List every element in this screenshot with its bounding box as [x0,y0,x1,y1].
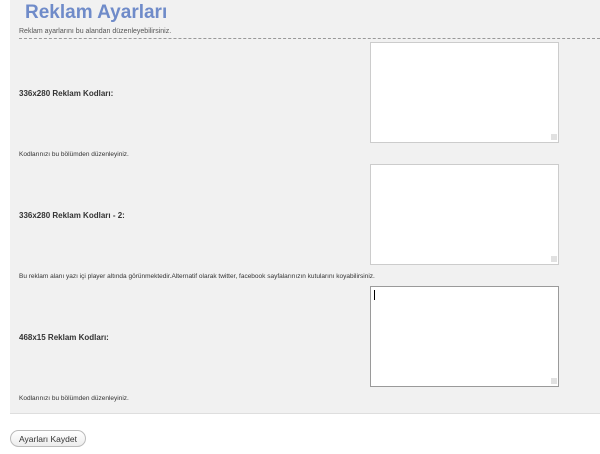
page-title: Reklam Ayarları [25,2,168,23]
ad-code-336x280-2-description: Bu reklam alanı yazı içi player altında … [19,273,375,280]
ad-code-336x280-2-textarea[interactable] [370,164,559,265]
ad-code-336x280-textarea[interactable] [370,42,559,143]
ad-code-336x280-label: 336x280 Reklam Kodları: [19,89,114,98]
page-subtitle: Reklam ayarlarını bu alandan düzenleyebi… [19,28,172,35]
ad-code-468x15-description: Kodlarınızı bu bölümden düzenleyiniz. [19,395,129,402]
header-divider [19,38,600,39]
ad-code-336x280-2-label: 336x280 Reklam Kodları - 2: [19,211,125,220]
ad-settings-panel: Reklam Ayarları Reklam ayarlarını bu ala… [10,0,600,414]
ad-code-336x280-description: Kodlarınızı bu bölümden düzenleyiniz. [19,151,129,158]
ad-code-468x15-label: 468x15 Reklam Kodları: [19,333,109,342]
settings-page: Reklam Ayarları Reklam ayarlarını bu ala… [0,0,600,454]
save-settings-button[interactable]: Ayarları Kaydet [10,430,86,447]
ad-code-468x15-textarea[interactable] [370,286,559,387]
text-caret [374,290,375,300]
